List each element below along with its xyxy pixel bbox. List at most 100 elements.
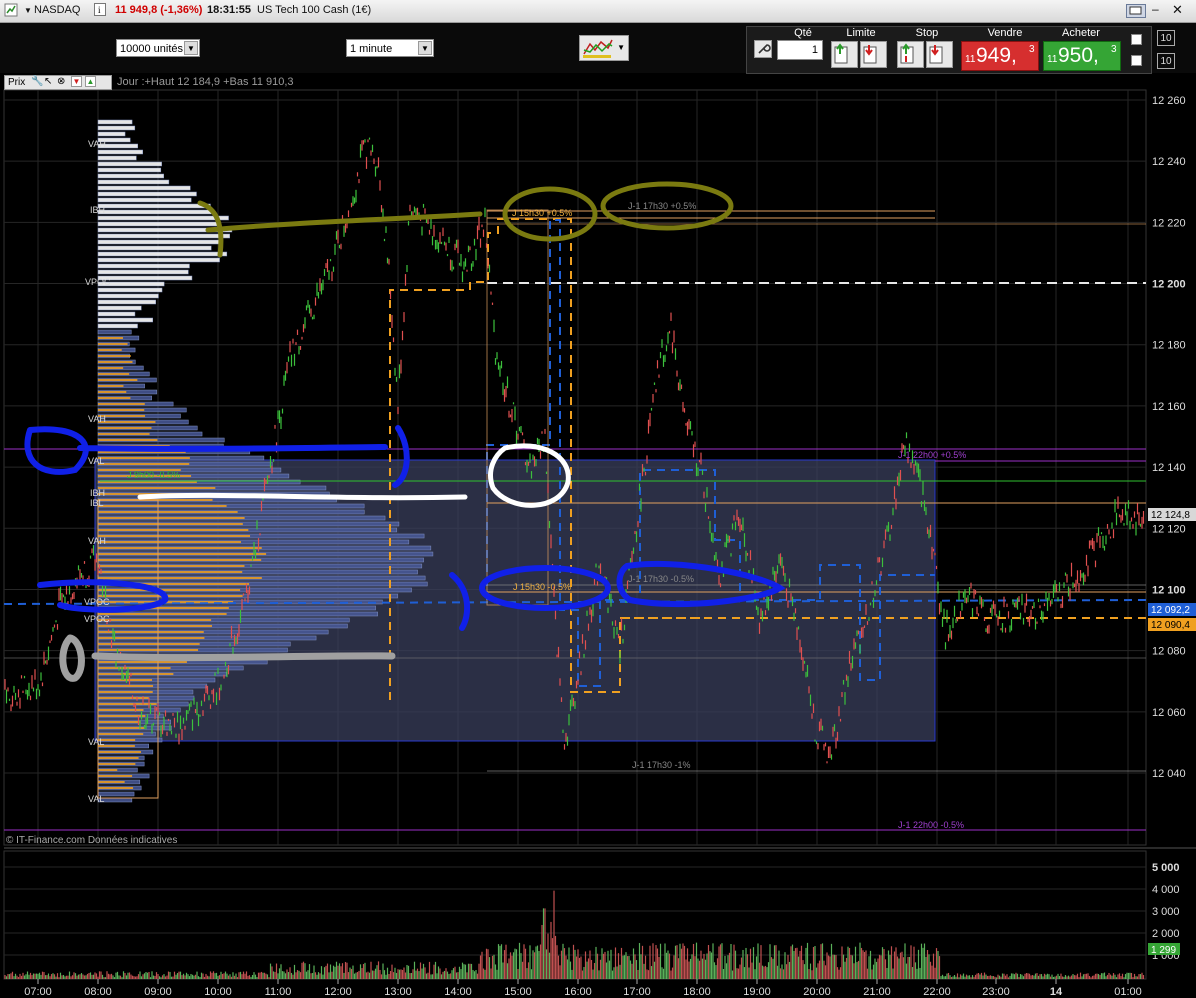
clock-time: 18:31:55	[207, 4, 252, 16]
prix-label: Prix	[8, 77, 26, 88]
qty-input-value: 1	[811, 44, 818, 56]
units-select-value: 10000 unités	[120, 43, 183, 55]
profile-label-vah-2: VAH	[88, 414, 106, 424]
profile-label-vpoc-3: VPOC	[84, 597, 110, 607]
units-select[interactable]: 10000 unités ▼	[116, 39, 200, 57]
close-icon[interactable]: ✕	[1172, 2, 1183, 18]
stop-sell-button[interactable]	[926, 41, 953, 68]
time-axis-label: 19:00	[743, 986, 771, 998]
time-axis-label: 08:00	[84, 986, 112, 998]
time-axis-label: 22:00	[923, 986, 951, 998]
window-restore-icon[interactable]	[1126, 4, 1146, 21]
info-icon[interactable]: i	[94, 3, 107, 20]
current-volume-label: 1 299	[1151, 945, 1176, 956]
title-bar: ▼ NASDAQ i 11 949,8 (-1,36%) 18:31:55 US…	[0, 0, 1196, 23]
checkbox-bottom[interactable]	[1131, 55, 1142, 66]
checkbox-top[interactable]	[1131, 34, 1142, 45]
volume-axis-label: 2 000	[1152, 928, 1180, 940]
buy-price-main: 950,	[1058, 44, 1099, 67]
price-axis-label: 12 060	[1152, 707, 1186, 719]
time-axis-label: 12:00	[324, 986, 352, 998]
order-buy-icon	[834, 43, 848, 64]
profile-label-val-2: VAL	[88, 456, 104, 466]
sell-label: Vendre	[987, 27, 1023, 39]
indicator-chart-icon	[583, 39, 613, 58]
qty-input[interactable]: 1	[777, 40, 823, 60]
annotation-j1-1730-1pct: J-1 17h30 -1%	[632, 760, 691, 770]
price-axis-label: 12 140	[1152, 462, 1186, 474]
time-axis-label: 15:00	[504, 986, 532, 998]
order-sell-icon	[863, 45, 877, 64]
close-icon[interactable]: ⊗	[57, 76, 65, 87]
chevron-down-icon: ▼	[418, 41, 432, 55]
annotation-j1-22h00-down: J-1 22h00 -0.5%	[898, 820, 964, 830]
price-axis-label: 12 100	[1152, 584, 1186, 596]
time-axis[interactable]: 07:00 08:00 09:00 10:00 11:00 12:00 13:00 14:00…	[24, 979, 1142, 998]
sell-button[interactable]: 11 949, 3	[961, 41, 1039, 71]
time-axis-label: 21:00	[863, 986, 891, 998]
sell-price-main: 949,	[976, 44, 1017, 67]
time-axis-label: 16:00	[564, 986, 592, 998]
spin-value-top[interactable]: 10	[1157, 30, 1175, 46]
copyright-text: © IT-Finance.com Données indicatives	[6, 835, 177, 846]
minimize-icon[interactable]: –	[1152, 2, 1159, 16]
buy-price-prefix: 11	[1047, 54, 1058, 65]
price-axis[interactable]: 12 260 12 240 12 220 12 200 12 180 12 160 12 1…	[1152, 95, 1186, 780]
chevron-down-icon: ▼	[184, 41, 198, 55]
sell-price-fraction: 3	[1029, 44, 1035, 55]
price-axis-label: 12 040	[1152, 768, 1186, 780]
wrench-icon[interactable]: 🔧	[31, 76, 43, 87]
chevron-down-icon: ▼	[617, 43, 625, 52]
profile-label-vah-top: VAH	[88, 139, 106, 149]
volume-axis-label: 3 000	[1152, 906, 1180, 918]
spin-value-bottom[interactable]: 10	[1157, 53, 1175, 69]
price-axis-label: 12 180	[1152, 340, 1186, 352]
time-axis-label: 23:00	[982, 986, 1010, 998]
time-axis-label: 14:00	[444, 986, 472, 998]
limit-sell-button[interactable]	[860, 41, 887, 68]
time-axis-label: 17:00	[623, 986, 651, 998]
time-axis-label: 10:00	[204, 986, 232, 998]
price-axis-label: 12 160	[1152, 401, 1186, 413]
price-change: 11 949,8 (-1,36%)	[115, 4, 203, 16]
interval-select-value: 1 minute	[350, 43, 393, 55]
stop-buy-button[interactable]	[897, 41, 924, 68]
annotation-j-9h00: J 9h00 -0.5%	[127, 470, 180, 480]
annotation-j-1530-down: J 15h30 -0.5%	[513, 582, 571, 592]
annotation-j1-22h00-up: J-1 22h00 +0.5%	[898, 450, 966, 460]
move-up-icon[interactable]: ▲	[85, 76, 96, 87]
volume-axis-label: 4 000	[1152, 884, 1180, 896]
annotation-j1-1730-down: J-1 17h30 -0.5%	[628, 574, 694, 584]
profile-label-val-4: VAL	[88, 794, 104, 804]
instrument-name[interactable]: NASDAQ	[34, 4, 80, 16]
time-axis-label: 20:00	[803, 986, 831, 998]
sell-price-prefix: 11	[965, 54, 976, 65]
dropdown-arrow-icon[interactable]: ▼	[24, 6, 32, 15]
time-axis-label: 01:00	[1114, 986, 1142, 998]
limit-buy-button[interactable]	[831, 41, 858, 68]
buy-label: Acheter	[1062, 27, 1100, 39]
indicator-button[interactable]: ▼	[579, 35, 629, 61]
instrument-description: US Tech 100 Cash (1€)	[257, 4, 372, 16]
time-axis-label: 09:00	[144, 986, 172, 998]
annotation-j1-1730-up: J-1 17h30 +0.5%	[628, 201, 696, 211]
limit-label: Limite	[846, 27, 876, 39]
profile-label-vah-3: VAH	[88, 536, 106, 546]
buy-button[interactable]: 11 950, 3	[1043, 41, 1121, 71]
qty-label: Qté	[794, 27, 812, 39]
chart-area[interactable]: J 15h30 +0.5% J-1 17h30 +0.5% J 15h30 -0…	[0, 73, 1196, 998]
price-axis-label: 12 200	[1152, 279, 1186, 291]
price-axis-label: 12 080	[1152, 646, 1186, 658]
move-down-icon[interactable]: ▼	[71, 76, 82, 87]
time-axis-label: 11:00	[265, 986, 292, 998]
price-chart[interactable]: J 15h30 +0.5% J-1 17h30 +0.5% J 15h30 -0…	[0, 73, 1196, 998]
profile-label-vpoc-top: VPOC	[85, 277, 111, 287]
cursor-icon[interactable]: ↖	[44, 76, 52, 87]
price-panel-header: Prix 🔧 ↖ ⊗ ▼ ▲	[4, 75, 112, 90]
wrench-icon[interactable]	[754, 40, 772, 58]
stop-sell-icon	[929, 45, 943, 64]
interval-select[interactable]: 1 minute ▼	[346, 39, 434, 57]
profile-label-vpoc-4: VPOC	[84, 614, 110, 624]
stop-buy-icon	[900, 43, 914, 64]
volume-axis-label: 5 000	[1152, 862, 1180, 874]
